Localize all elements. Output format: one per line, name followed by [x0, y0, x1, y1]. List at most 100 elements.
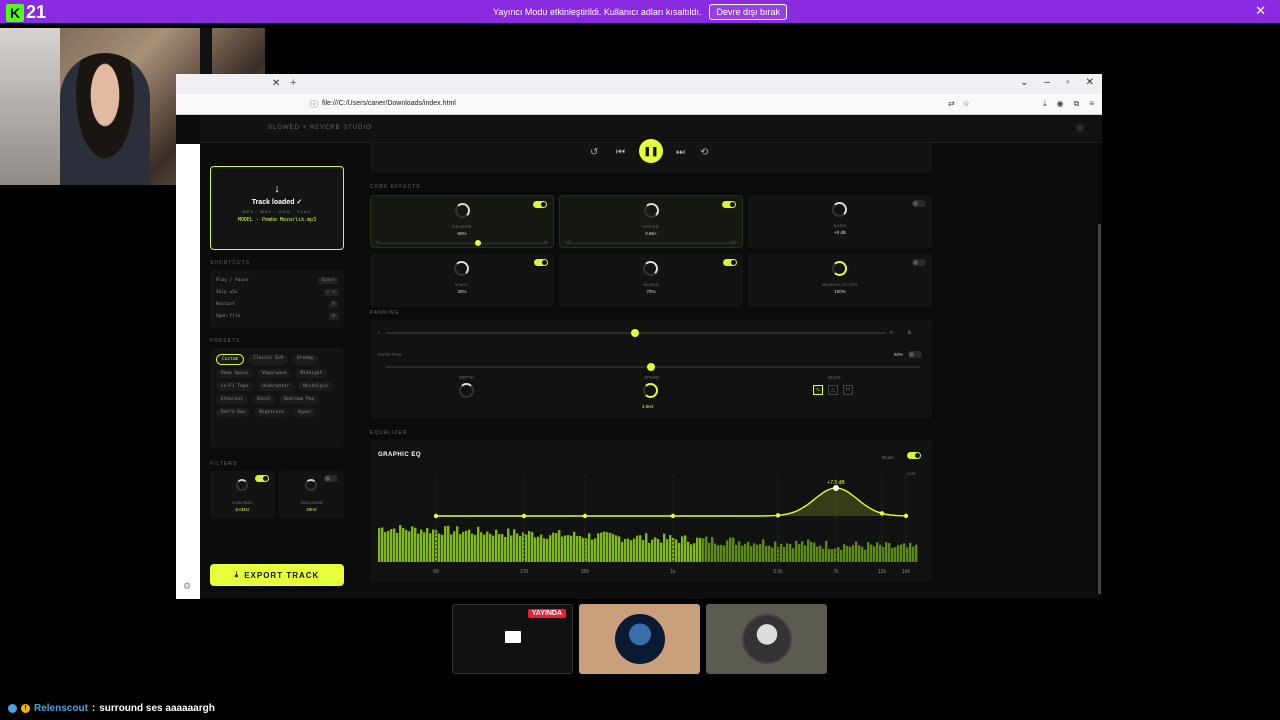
screen-share-thumbnail[interactable]: YAYINDA — [452, 604, 573, 674]
close-icon[interactable]: ✕ — [1255, 3, 1266, 19]
loaded-file-name: MODEL - Pembe Mezarlık.mp3 — [237, 217, 317, 223]
address-bar[interactable]: ⓘ file:///C:/Users/caner/Downloads/index… — [176, 94, 1102, 115]
preset-chip[interactable]: Lo-Fi Tape — [216, 382, 254, 391]
eq-band-node[interactable] — [521, 513, 527, 519]
preset-chip[interactable]: Midnight — [295, 369, 328, 378]
download-icon[interactable]: ⤓ — [1043, 99, 1047, 109]
minimize-icon[interactable]: – — [1045, 77, 1051, 88]
pan-slider-thumb[interactable] — [631, 329, 639, 337]
eq-band-node[interactable] — [775, 513, 781, 518]
preset-chip[interactable]: Custom — [216, 354, 245, 365]
effect-value: 25% — [457, 289, 467, 294]
spectrum-bar — [885, 542, 888, 562]
translate-icon[interactable]: ⇄ — [948, 99, 955, 108]
effects-grid: REVERB 60% 0s 8s SPEED 0.85× 0.5× 1.5× B… — [370, 195, 932, 307]
preset-chip[interactable]: Retro Rav — [216, 408, 251, 417]
lowpass-toggle[interactable] — [255, 475, 269, 482]
spectrum-bar — [852, 545, 855, 562]
widen-knob[interactable] — [643, 261, 658, 276]
skip-forward-icon[interactable]: ⏭ — [676, 147, 685, 158]
eq-graph[interactable]: +7.5 dB 60 170 350 1k 3.5k 7k 12k 16k — [378, 470, 924, 576]
preset-chip[interactable]: Bedroom Pop — [279, 395, 320, 404]
maximize-icon[interactable]: ▫ — [1066, 77, 1070, 88]
tab-close-icon[interactable]: ✕ — [272, 78, 280, 89]
window-close-icon[interactable]: ✕ — [1086, 77, 1094, 88]
menu-icon[interactable]: ≡ — [1089, 99, 1094, 109]
spectrum-bar — [861, 546, 864, 562]
bookmark-star-icon[interactable]: ☆ — [963, 99, 970, 108]
loop-icon[interactable]: ⟲ — [700, 147, 708, 158]
preset-chip[interactable]: Deep Space — [216, 369, 254, 378]
wow-flutter-knob[interactable] — [832, 261, 847, 276]
preset-chip[interactable]: Ethereal — [216, 395, 248, 404]
wow-flutter-toggle[interactable] — [912, 259, 926, 266]
reverb-slider-thumb[interactable] — [475, 240, 481, 246]
account-icon[interactable]: ◉ — [1057, 99, 1064, 109]
vinyl-knob[interactable] — [454, 261, 469, 276]
spectrum-bar — [579, 536, 582, 562]
preset-chip[interactable]: Nostalgia — [298, 382, 333, 391]
eq-band-node[interactable] — [582, 513, 588, 519]
eq-band-node[interactable] — [670, 513, 676, 519]
speed-knob[interactable] — [644, 203, 659, 218]
participant-thumbnail[interactable] — [579, 604, 700, 674]
spectrum-bar — [900, 544, 903, 562]
autopan-speed-knob[interactable] — [643, 383, 658, 398]
autopan-slider-thumb[interactable] — [647, 363, 655, 371]
chevron-down-icon[interactable]: ⌄ — [1020, 77, 1028, 88]
eq-toggle[interactable] — [907, 452, 921, 459]
spectrum-bar — [912, 546, 915, 562]
wave-sine-button[interactable]: ∿ — [813, 385, 823, 395]
bass-toggle[interactable] — [912, 200, 926, 207]
lowpass-knob[interactable] — [236, 479, 248, 491]
preset-chip[interactable]: Dreamy — [292, 354, 319, 365]
wave-square-button[interactable]: ⊓ — [843, 385, 853, 395]
extensions-icon[interactable]: ⧉ — [1074, 99, 1080, 109]
autopan-toggle[interactable] — [908, 351, 922, 358]
depth-label: DEPTH — [459, 375, 475, 380]
speed-toggle[interactable] — [722, 201, 736, 208]
kick-logo[interactable]: K 21 — [6, 2, 46, 23]
participant-thumbnail[interactable] — [706, 604, 827, 674]
wave-triangle-button[interactable]: △ — [828, 385, 838, 395]
preset-chip[interactable]: Underwater — [257, 382, 295, 391]
speed-slider[interactable] — [566, 243, 736, 244]
preset-chip[interactable]: Nightcore — [254, 408, 289, 417]
pause-button[interactable]: ❚❚ — [639, 139, 663, 163]
highpass-toggle[interactable] — [324, 475, 338, 482]
spectrum-bar — [594, 538, 597, 562]
eq-band-node[interactable] — [433, 513, 439, 519]
eq-band-node[interactable] — [903, 513, 909, 519]
new-tab-icon[interactable]: + — [290, 77, 296, 89]
reverb-toggle[interactable] — [533, 201, 547, 208]
restart-icon[interactable]: ↺ — [590, 147, 598, 158]
spectrum-bar — [756, 544, 759, 562]
shortcut-action: Play / Pause — [216, 277, 249, 283]
settings-dot-icon[interactable] — [1076, 124, 1084, 132]
track-dropzone[interactable]: ↓ Track loaded ✓ MP3 · WAV · OGG · FLAC … — [210, 166, 344, 250]
transport-bar: ↺ ⏮ ❚❚ ⏭ ⟲ — [370, 139, 932, 173]
spectrum-bar — [795, 540, 798, 562]
reverb-knob[interactable] — [455, 203, 470, 218]
highpass-knob[interactable] — [305, 479, 317, 491]
eq-band-node[interactable] — [879, 511, 885, 516]
reverb-slider[interactable] — [377, 243, 547, 244]
disable-button[interactable]: Devre dışı bırak — [709, 3, 787, 20]
preset-chip[interactable]: Classic S+R — [248, 354, 289, 365]
eq-reset-button[interactable]: Reset — [882, 455, 894, 460]
url-text[interactable]: file:///C:/Users/caner/Downloads/index.h… — [322, 100, 456, 107]
gear-icon[interactable]: ⚙ — [183, 581, 191, 592]
chat-username[interactable]: Relenscout — [34, 703, 88, 714]
skip-back-icon[interactable]: ⏮ — [616, 147, 625, 158]
depth-knob[interactable] — [459, 383, 474, 398]
preset-chip[interactable]: Vaporwave — [257, 369, 292, 378]
widen-toggle[interactable] — [723, 259, 737, 266]
preset-chip[interactable]: Hyper — [292, 408, 317, 417]
scrollbar[interactable] — [1098, 224, 1101, 594]
bass-knob[interactable] — [832, 202, 847, 217]
page-info-icon[interactable]: ⓘ — [310, 99, 318, 110]
export-track-button[interactable]: ⤓ EXPORT TRACK — [210, 564, 344, 586]
spectrum-bar — [495, 529, 498, 562]
vinyl-toggle[interactable] — [534, 259, 548, 266]
preset-chip[interactable]: Ghost — [251, 395, 276, 404]
